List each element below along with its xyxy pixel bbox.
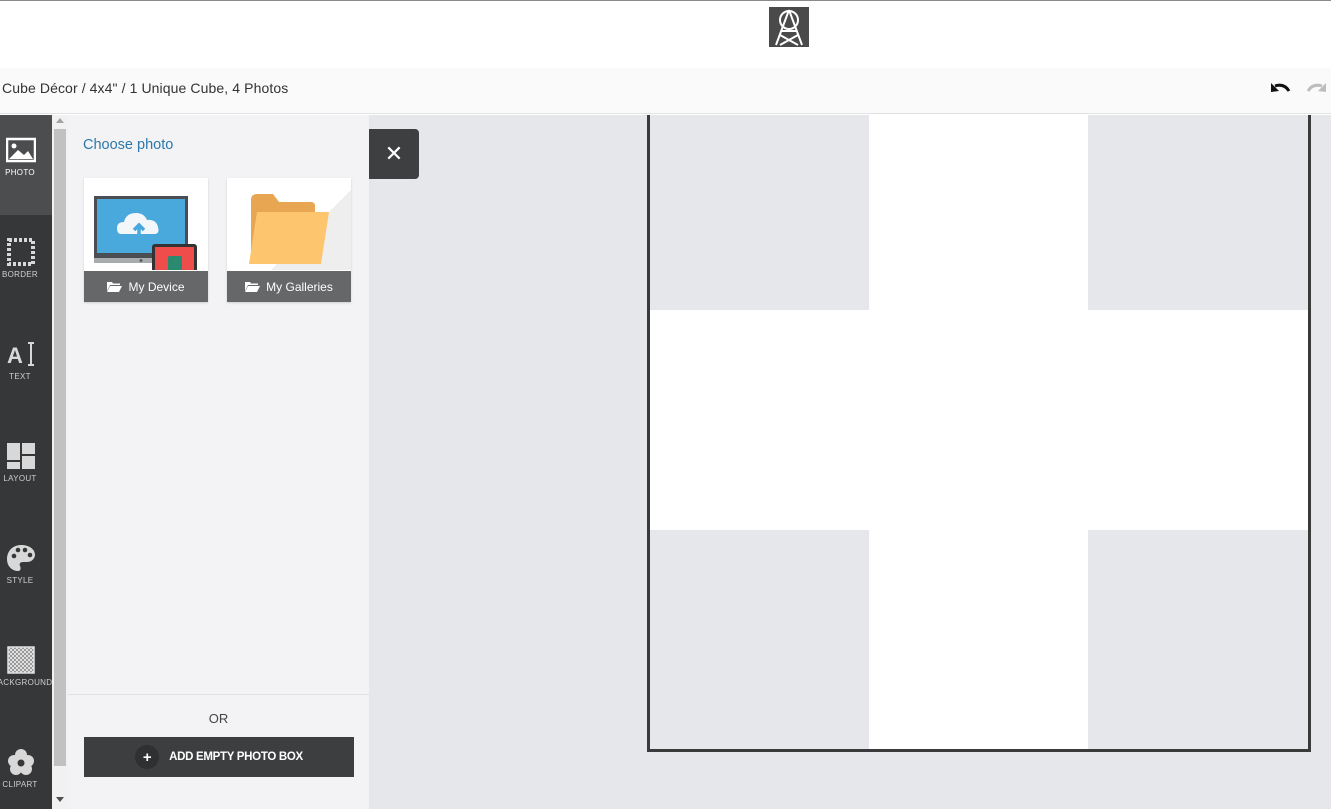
palette-icon — [7, 545, 35, 571]
folder-open-icon — [107, 282, 123, 292]
border-icon — [7, 238, 35, 266]
photo-icon — [6, 137, 36, 163]
undo-icon[interactable] — [1268, 79, 1294, 101]
scrollbar-thumb[interactable] — [54, 129, 66, 766]
choose-photo-link[interactable]: Choose photo — [83, 137, 173, 153]
tool-style[interactable]: STYLE — [0, 523, 52, 623]
redo-icon[interactable] — [1303, 79, 1329, 101]
add-empty-photo-box-label: ADD EMPTY PHOTO BOX — [169, 751, 303, 763]
tool-clipart[interactable]: CLIPART — [0, 727, 52, 809]
photo-panel: Choose photo My Device My Galleries OR +… — [68, 115, 369, 809]
my-device-bar: My Device — [84, 271, 208, 302]
tool-sidebar: PHOTO BORDER A TEXT LAYOUT STYLE ACKGROU… — [0, 115, 52, 809]
plus-icon: + — [135, 745, 160, 769]
divider — [68, 694, 369, 695]
add-empty-photo-box-button[interactable]: + ADD EMPTY PHOTO BOX — [84, 737, 354, 777]
tool-label: STYLE — [6, 576, 34, 585]
photo-slot-bottom-right[interactable] — [1088, 530, 1308, 749]
tool-photo[interactable]: PHOTO — [0, 115, 52, 215]
text-icon: A — [7, 342, 34, 368]
tool-label: CLIPART — [2, 780, 38, 789]
layout-icon — [7, 443, 35, 469]
cube-face — [647, 115, 1311, 752]
svg-text:A: A — [7, 343, 23, 368]
scroll-down-arrow-icon[interactable] — [56, 797, 64, 802]
my-device-button[interactable]: My Device — [84, 178, 208, 302]
flower-icon — [8, 749, 34, 775]
my-galleries-label: My Galleries — [266, 279, 333, 294]
my-galleries-bar: My Galleries — [227, 271, 351, 302]
tool-background[interactable]: BACKGROUND — [0, 625, 52, 725]
photo-slot-top-left[interactable] — [650, 115, 869, 310]
tool-label: BORDER — [1, 270, 39, 279]
folder-icon — [249, 190, 351, 270]
close-icon: ✕ — [384, 141, 404, 166]
breadcrumb-bar: Cube Décor / 4x4" / 1 Unique Cube, 4 Pho… — [0, 68, 1331, 114]
tool-border[interactable]: BORDER — [0, 217, 52, 317]
photo-slot-bottom-left[interactable] — [650, 530, 869, 749]
my-device-label: My Device — [128, 279, 185, 294]
breadcrumb: Cube Décor / 4x4" / 1 Unique Cube, 4 Pho… — [2, 80, 289, 96]
photo-slot-top-right[interactable] — [1088, 115, 1308, 310]
device-upload-icon — [94, 196, 197, 270]
top-bar — [0, 0, 1331, 68]
scroll-up-arrow-icon[interactable] — [56, 118, 64, 123]
tool-label: LAYOUT — [3, 474, 37, 483]
background-icon — [7, 646, 35, 674]
tower-logo-icon[interactable] — [769, 7, 809, 47]
tool-label: PHOTO — [5, 168, 35, 177]
tool-layout[interactable]: LAYOUT — [0, 421, 52, 521]
tool-label: TEXT — [9, 372, 31, 381]
folder-open-icon — [245, 282, 261, 292]
tool-label: BACKGROUND — [0, 678, 53, 687]
close-panel-button[interactable]: ✕ — [369, 129, 419, 179]
my-galleries-button[interactable]: My Galleries — [227, 178, 351, 302]
tool-text[interactable]: A TEXT — [0, 319, 52, 419]
or-separator: OR — [208, 711, 229, 726]
